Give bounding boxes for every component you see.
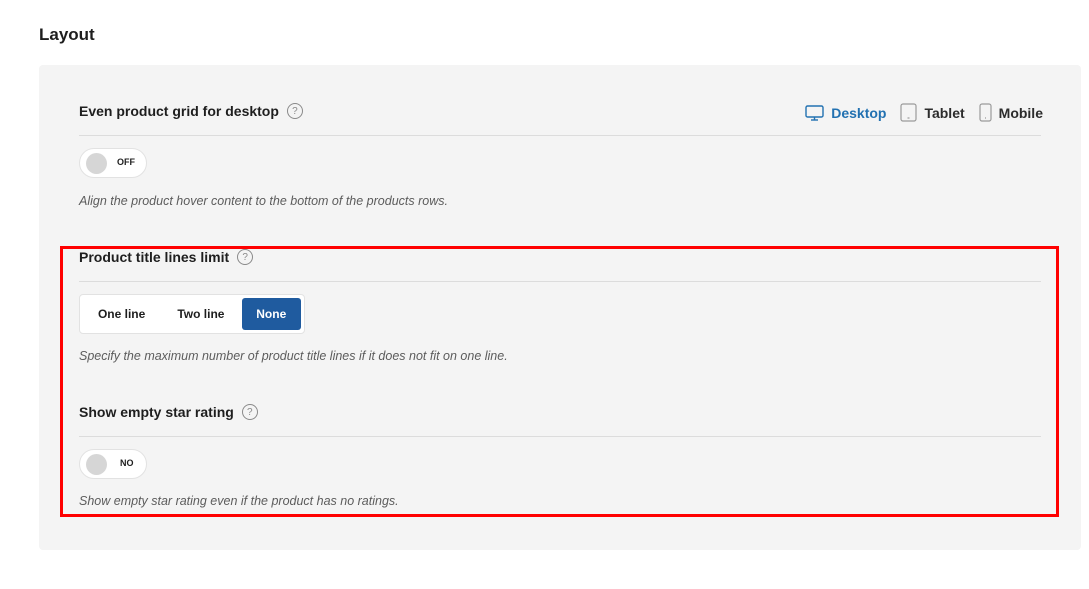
toggle-knob — [86, 153, 107, 174]
tablet-icon — [900, 103, 918, 122]
empty-star-header: Show empty star rating ? — [79, 404, 1041, 437]
title-lines-label-text: Product title lines limit — [79, 249, 230, 265]
section-title: Layout — [39, 25, 95, 44]
help-icon[interactable]: ? — [286, 103, 303, 119]
help-icon[interactable]: ? — [241, 404, 258, 420]
empty-star-label-text: Show empty star rating — [79, 404, 234, 420]
title-lines-segmented-control: One line Two line None — [79, 294, 305, 334]
device-desktop[interactable]: Desktop — [805, 105, 886, 121]
even-grid-toggle-state: OFF — [117, 157, 135, 167]
desktop-icon — [805, 104, 824, 121]
even-grid-label-text: Even product grid for desktop — [79, 103, 279, 119]
empty-star-toggle-state: NO — [120, 458, 134, 468]
device-mobile-label: Mobile — [998, 104, 1043, 121]
title-lines-description: Specify the maximum number of product ti… — [79, 349, 508, 363]
even-grid-label: Even product grid for desktop ? — [79, 103, 303, 119]
device-switcher: Desktop Tablet Mobile — [805, 103, 1043, 122]
mobile-icon — [979, 103, 992, 122]
empty-star-label: Show empty star rating ? — [79, 404, 258, 420]
option-one-line[interactable]: One line — [83, 298, 160, 330]
even-grid-header: Even product grid for desktop ? Desktop … — [79, 103, 1043, 136]
option-two-line[interactable]: Two line — [160, 298, 241, 330]
even-grid-toggle[interactable]: OFF — [79, 148, 147, 178]
device-tablet[interactable]: Tablet — [900, 103, 965, 122]
even-grid-description: Align the product hover content to the b… — [79, 194, 448, 208]
device-desktop-label: Desktop — [831, 104, 887, 121]
option-none[interactable]: None — [241, 298, 301, 330]
toggle-knob — [86, 454, 107, 475]
layout-settings-panel: Even product grid for desktop ? Desktop … — [39, 65, 1081, 550]
device-tablet-label: Tablet — [924, 104, 965, 121]
title-lines-header: Product title lines limit ? — [79, 249, 1041, 282]
empty-star-description: Show empty star rating even if the produ… — [79, 494, 399, 508]
title-lines-label: Product title lines limit ? — [79, 249, 254, 265]
empty-star-toggle[interactable]: NO — [79, 449, 147, 479]
device-mobile[interactable]: Mobile — [979, 103, 1043, 122]
help-icon[interactable]: ? — [237, 249, 254, 265]
